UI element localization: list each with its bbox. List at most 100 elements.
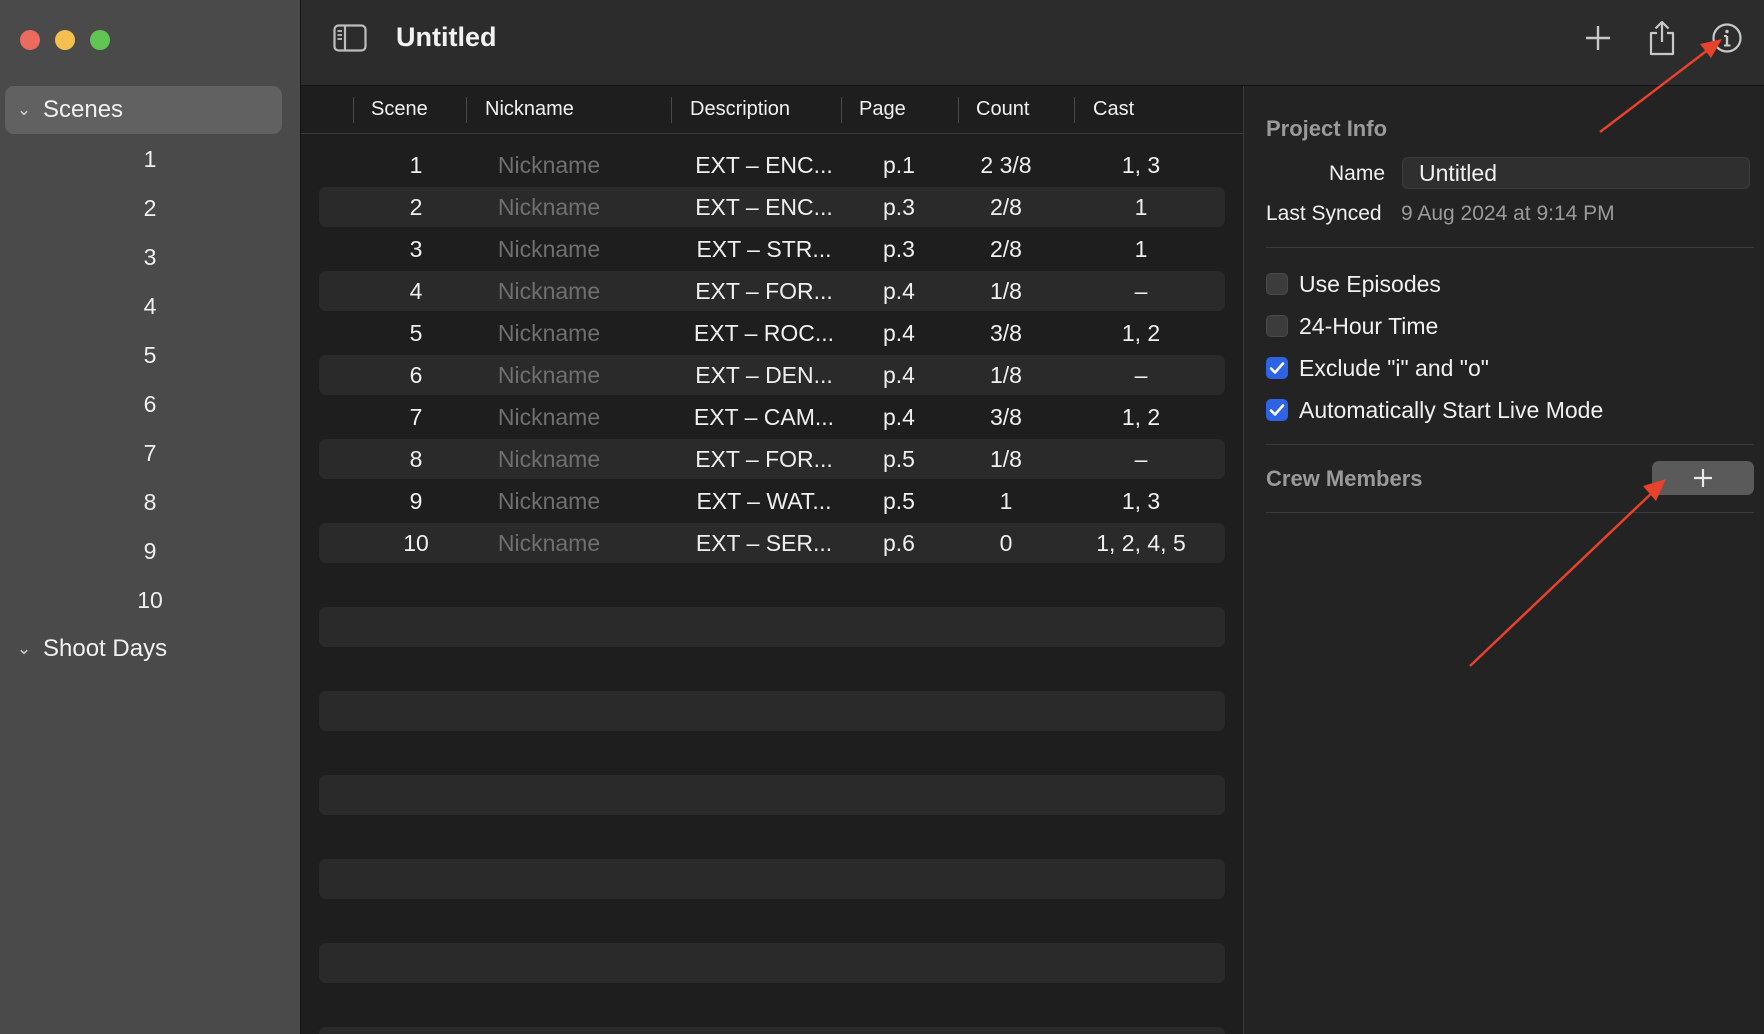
sidebar-item-scene[interactable]: 1 <box>0 135 300 183</box>
sidebar-item-scene[interactable]: 8 <box>0 478 300 526</box>
table-row[interactable]: 1 Nickname EXT – ENC... p.1 2 3/8 1, 3 <box>319 145 1225 185</box>
window-controls <box>20 30 110 50</box>
project-info-heading: Project Info <box>1266 116 1388 141</box>
add-crew-member-button[interactable] <box>1652 461 1754 495</box>
cell-page: p.4 <box>883 277 915 304</box>
column-separator[interactable] <box>353 97 354 123</box>
chevron-down-icon[interactable]: ⌄ <box>11 639 37 659</box>
cell-cast: 1 <box>1134 235 1148 262</box>
cell-scene: 1 <box>409 151 423 178</box>
sidebar-item-scene[interactable]: 2 <box>0 184 300 232</box>
sidebar-item-scene[interactable]: 5 <box>0 331 300 379</box>
sidebar-toggle-icon[interactable] <box>333 24 367 52</box>
auto-live-mode-option[interactable]: Automatically Start Live Mode <box>1266 394 1603 426</box>
column-header-count[interactable]: Count <box>976 86 1029 133</box>
sidebar-item-scene[interactable]: 4 <box>0 282 300 330</box>
cell-nickname[interactable]: Nickname <box>479 187 619 227</box>
sidebar: ⌄ Scenes 1 2 3 4 5 6 7 8 9 10 ⌄ Shoot Da… <box>0 0 301 1034</box>
table-row[interactable]: 9 Nickname EXT – WAT... p.5 1 1, 3 <box>319 481 1225 521</box>
cell-scene: 2 <box>409 193 423 220</box>
cell-count: 0 <box>999 529 1013 556</box>
cell-nickname[interactable]: Nickname <box>479 229 619 269</box>
cell-count: 2/8 <box>990 193 1022 220</box>
sidebar-item-scene[interactable]: 3 <box>0 233 300 281</box>
column-header-scene[interactable]: Scene <box>371 86 428 133</box>
column-header-nickname[interactable]: Nickname <box>485 86 574 133</box>
cell-description: EXT – CAM... <box>693 403 835 430</box>
cell-nickname[interactable]: Nickname <box>479 271 619 311</box>
plus-icon <box>1694 469 1712 487</box>
sidebar-item-scene[interactable]: 10 <box>0 576 300 624</box>
cell-nickname[interactable]: Nickname <box>479 481 619 521</box>
table-row[interactable]: 4 Nickname EXT – FOR... p.4 1/8 – <box>319 271 1225 311</box>
table-row[interactable]: 3 Nickname EXT – STR... p.3 2/8 1 <box>319 229 1225 269</box>
auto-live-mode-checkbox[interactable] <box>1266 399 1288 421</box>
exclude-i-o-option[interactable]: Exclude "i" and "o" <box>1266 352 1489 384</box>
sidebar-item-scene[interactable]: 6 <box>0 380 300 428</box>
cell-scene: 10 <box>403 529 429 556</box>
empty-row <box>319 1027 1225 1034</box>
use-episodes-option[interactable]: Use Episodes <box>1266 268 1441 300</box>
24-hour-time-option[interactable]: 24-Hour Time <box>1266 310 1438 342</box>
sidebar-item-scene[interactable]: 7 <box>0 429 300 477</box>
cell-description: EXT – DEN... <box>695 361 833 388</box>
cell-count: 3/8 <box>990 403 1022 430</box>
info-button[interactable] <box>1708 18 1746 58</box>
use-episodes-checkbox[interactable] <box>1266 273 1288 295</box>
table-row[interactable]: 2 Nickname EXT – ENC... p.3 2/8 1 <box>319 187 1225 227</box>
cell-scene: 4 <box>409 277 423 304</box>
cell-scene: 3 <box>409 235 423 262</box>
column-header-cast[interactable]: Cast <box>1093 86 1134 133</box>
cell-page: p.5 <box>883 487 915 514</box>
table-row[interactable]: 5 Nickname EXT – ROC... p.4 3/8 1, 2 <box>319 313 1225 353</box>
chevron-down-icon[interactable]: ⌄ <box>11 100 37 120</box>
checkbox-label: Exclude "i" and "o" <box>1299 354 1489 381</box>
column-separator[interactable] <box>466 97 467 123</box>
exclude-i-o-checkbox[interactable] <box>1266 357 1288 379</box>
column-header-page[interactable]: Page <box>859 86 906 133</box>
cell-nickname[interactable]: Nickname <box>479 397 619 437</box>
table-row[interactable]: 6 Nickname EXT – DEN... p.4 1/8 – <box>319 355 1225 395</box>
cell-count: 2 3/8 <box>980 151 1032 178</box>
column-header-description[interactable]: Description <box>690 86 790 133</box>
table-row[interactable]: 7 Nickname EXT – CAM... p.4 3/8 1, 2 <box>319 397 1225 437</box>
sidebar-section-scenes[interactable]: ⌄ Scenes <box>5 86 282 134</box>
cell-scene: 9 <box>409 487 423 514</box>
project-name-field[interactable]: Untitled <box>1402 157 1750 189</box>
cell-description: EXT – SER... <box>695 529 833 556</box>
column-separator[interactable] <box>1074 97 1075 123</box>
cell-page: p.1 <box>883 151 915 178</box>
column-separator[interactable] <box>841 97 842 123</box>
add-scene-button[interactable] <box>1579 18 1617 58</box>
cell-count: 1 <box>999 487 1013 514</box>
table-row[interactable]: 8 Nickname EXT – FOR... p.5 1/8 – <box>319 439 1225 479</box>
cell-description: EXT – STR... <box>696 235 832 262</box>
cell-nickname[interactable]: Nickname <box>479 145 619 185</box>
empty-row <box>319 775 1225 815</box>
table-row[interactable]: 10 Nickname EXT – SER... p.6 0 1, 2, 4, … <box>319 523 1225 563</box>
last-synced-value: 9 Aug 2024 at 9:14 PM <box>1401 202 1615 225</box>
sidebar-item-scene[interactable]: 9 <box>0 527 300 575</box>
column-separator[interactable] <box>958 97 959 123</box>
empty-row <box>319 691 1225 731</box>
cell-nickname[interactable]: Nickname <box>479 355 619 395</box>
cell-nickname[interactable]: Nickname <box>479 439 619 479</box>
info-icon <box>1712 23 1742 53</box>
sidebar-section-label: Scenes <box>43 96 124 123</box>
cell-cast: – <box>1134 361 1148 388</box>
close-window-button[interactable] <box>20 30 40 50</box>
cell-description: EXT – ENC... <box>695 193 833 220</box>
checkbox-label: Automatically Start Live Mode <box>1299 396 1604 423</box>
cell-count: 1/8 <box>990 277 1022 304</box>
cell-nickname[interactable]: Nickname <box>479 523 619 563</box>
24-hour-time-checkbox[interactable] <box>1266 315 1288 337</box>
cell-description: EXT – ENC... <box>695 151 833 178</box>
sidebar-section-shoot-days[interactable]: ⌄ Shoot Days <box>5 625 282 673</box>
share-button[interactable] <box>1643 18 1681 58</box>
table-header: Scene Nickname Description Page Count Ca… <box>301 86 1243 134</box>
minimize-window-button[interactable] <box>55 30 75 50</box>
divider <box>1266 444 1754 445</box>
zoom-window-button[interactable] <box>90 30 110 50</box>
column-separator[interactable] <box>671 97 672 123</box>
cell-nickname[interactable]: Nickname <box>479 313 619 353</box>
